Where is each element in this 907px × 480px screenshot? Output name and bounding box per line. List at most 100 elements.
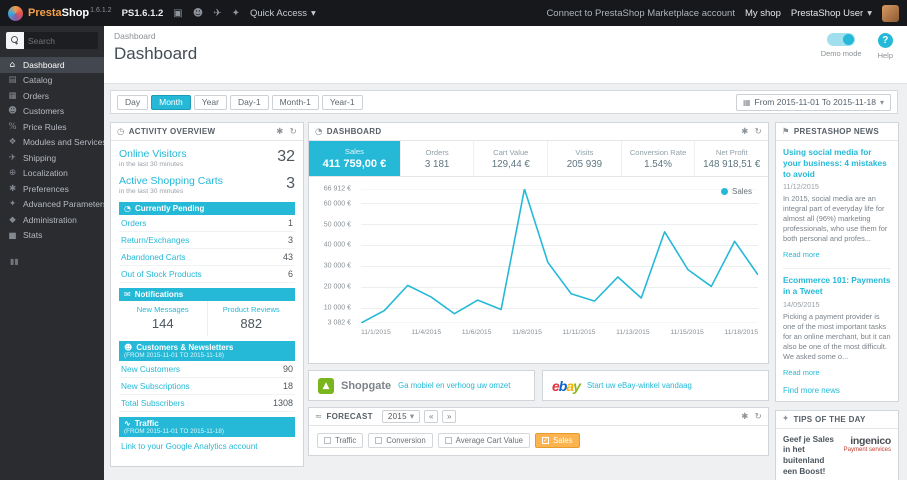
sidebar-item-catalog[interactable]: ▤ Catalog xyxy=(0,73,104,89)
breadcrumb[interactable]: Dashboard xyxy=(114,31,897,41)
section-title: Currently Pending xyxy=(134,204,205,213)
pending-link[interactable]: Out of Stock Products xyxy=(121,269,288,279)
prestashop-logo[interactable]: PrestaShop1.6.1.2 xyxy=(8,5,112,21)
messages-notifications-icon[interactable]: ✈ xyxy=(213,8,221,19)
avatar[interactable] xyxy=(882,4,899,22)
gear-icon[interactable]: ✱ xyxy=(741,127,748,137)
quick-access-menu[interactable]: Quick Access ▾ xyxy=(250,8,316,19)
sidebar-item-stats[interactable]: ▅ Stats xyxy=(0,228,104,244)
sidebar-collapse-toggle[interactable]: ▮▮ xyxy=(10,257,104,266)
dashboard-panel-title: DASHBOARD xyxy=(326,127,382,136)
forecast-panel-title: FORECAST xyxy=(326,412,373,421)
range-button-year[interactable]: Year xyxy=(193,94,227,110)
header-actions: Demo mode ? Help xyxy=(821,33,893,60)
range-button-day-1[interactable]: Day-1 xyxy=(229,94,269,110)
kpi-tab-net-profit[interactable]: Net Profit 148 918,51 € xyxy=(695,141,768,176)
date-range-picker[interactable]: ▦ From 2015-11-01 To 2015-11-18 ▾ xyxy=(735,93,891,111)
pending-row-returns: Return/Exchanges 3 xyxy=(119,232,295,249)
gift-icon[interactable]: ✦ xyxy=(232,8,240,19)
ebay-promo[interactable]: ebay Start uw eBay-winkel vandaag xyxy=(542,370,769,401)
sidebar-item-administration[interactable]: ◆ Administration xyxy=(0,212,104,228)
range-button-month[interactable]: Month xyxy=(151,94,191,110)
customers-link[interactable]: New Customers xyxy=(121,364,283,374)
kpi-tab-sales[interactable]: Sales 411 759,00 € xyxy=(309,141,401,176)
chevron-down-icon: ▾ xyxy=(879,97,884,107)
pending-link[interactable]: Abandoned Carts xyxy=(121,252,283,262)
y-axis-tick: 3 082 € xyxy=(327,319,351,327)
news-item-title[interactable]: Ecommerce 101: Payments in a Tweet xyxy=(783,275,891,297)
forecast-legend-conversion[interactable]: Conversion xyxy=(368,433,433,448)
forecast-icon: ≈ xyxy=(315,411,323,422)
refresh-icon[interactable]: ↻ xyxy=(755,127,762,137)
activity-icon: ◷ xyxy=(117,126,125,137)
sidebar-item-preferences[interactable]: ✱ Preferences xyxy=(0,181,104,197)
search-input[interactable] xyxy=(24,32,98,49)
forecast-prev-button[interactable]: « xyxy=(424,410,439,423)
shopgate-promo[interactable]: ▲ Shopgate Ga mobiel en verhoog uw omzet xyxy=(308,370,535,401)
search-scope-button[interactable] xyxy=(6,32,24,49)
user-menu-label: PrestaShop User xyxy=(790,7,864,19)
kpi-tab-visits[interactable]: Visits 205 939 xyxy=(548,141,622,176)
cart-notifications-icon[interactable]: ▣ xyxy=(173,8,182,19)
ebay-link[interactable]: Start uw eBay-winkel vandaag xyxy=(587,381,692,390)
stats-icon: ▅ xyxy=(9,230,16,241)
read-more-link[interactable]: Read more xyxy=(783,368,820,377)
sidebar-item-label: Customers xyxy=(23,106,65,117)
sidebar-item-label: Dashboard xyxy=(23,59,65,70)
google-analytics-link[interactable]: Link to your Google Analytics account xyxy=(119,437,295,456)
sidebar-item-orders[interactable]: ▦ Orders xyxy=(0,88,104,104)
activity-overview-panel: ◷ ACTIVITY OVERVIEW ✱ ↻ Online Visitors … xyxy=(110,122,304,467)
forecast-legend-sales[interactable]: Sales xyxy=(535,433,580,448)
forecast-year-select[interactable]: 2015 ▾ xyxy=(381,410,421,423)
new-messages-cell[interactable]: New Messages 144 xyxy=(119,301,207,336)
sidebar-item-dashboard[interactable]: ⌂ Dashboard xyxy=(0,57,104,73)
customers-link[interactable]: Total Subscribers xyxy=(121,398,273,408)
shopgate-link[interactable]: Ga mobiel en verhoog uw omzet xyxy=(398,381,510,390)
sidebar-search[interactable] xyxy=(6,32,98,49)
kpi-tab-orders[interactable]: Orders 3 181 xyxy=(401,141,475,176)
refresh-icon[interactable]: ↻ xyxy=(755,412,762,422)
gear-icon[interactable]: ✱ xyxy=(741,412,748,422)
pending-link[interactable]: Orders xyxy=(121,218,288,228)
topbar: PrestaShop1.6.1.2 PS1.6.1.2 ▣ ☻ ✈ ✦ Quic… xyxy=(0,0,907,26)
sidebar-item-localization[interactable]: ⊕ Localization xyxy=(0,166,104,182)
user-menu[interactable]: PrestaShop User ▾ xyxy=(791,8,872,19)
customers-notifications-icon[interactable]: ☻ xyxy=(193,8,203,19)
product-reviews-cell[interactable]: Product Reviews 882 xyxy=(206,301,296,336)
sidebar-item-label: Stats xyxy=(23,230,43,241)
range-button-day[interactable]: Day xyxy=(117,94,149,110)
chip-label: Average Cart Value xyxy=(455,436,523,445)
sidebar-item-label: Shipping xyxy=(23,152,57,163)
forecast-legend-average-cart-value[interactable]: Average Cart Value xyxy=(437,433,530,448)
demo-mode-control: Demo mode xyxy=(821,33,862,60)
sidebar-item-label: Preferences xyxy=(23,183,69,194)
range-button-year-1[interactable]: Year-1 xyxy=(321,94,363,110)
news-item-title[interactable]: Using social media for your business: 4 … xyxy=(783,147,891,179)
read-more-link[interactable]: Read more xyxy=(783,250,820,259)
help-button[interactable]: ? xyxy=(877,33,893,48)
customers-link[interactable]: New Subscriptions xyxy=(121,381,283,391)
sidebar-item-advanced-parameters[interactable]: ✦ Advanced Parameters xyxy=(0,197,104,213)
pending-link[interactable]: Return/Exchanges xyxy=(121,235,288,245)
sidebar-item-customers[interactable]: ☻ Customers xyxy=(0,104,104,120)
sidebar-item-modules[interactable]: ❖ Modules and Services xyxy=(0,135,104,151)
orders-icon: ▦ xyxy=(8,90,17,101)
pending-value: 43 xyxy=(282,252,293,262)
forecast-next-button[interactable]: » xyxy=(442,410,457,423)
sidebar-item-price-rules[interactable]: % Price Rules xyxy=(0,119,104,135)
kpi-tab-cart-value[interactable]: Cart Value 129,44 € xyxy=(474,141,549,176)
sidebar-item-shipping[interactable]: ✈ Shipping xyxy=(0,150,104,166)
kpi-tab-conversion-rate[interactable]: Conversion Rate 1.54% xyxy=(622,141,696,176)
forecast-legend-traffic[interactable]: Traffic xyxy=(317,433,364,448)
logo-text: PrestaShop1.6.1.2 xyxy=(28,6,112,20)
marketplace-link[interactable]: Connect to PrestaShop Marketplace accoun… xyxy=(546,8,735,19)
find-more-news-link[interactable]: Find more news xyxy=(783,386,891,395)
gear-icon[interactable]: ✱ xyxy=(276,127,283,137)
x-axis-labels: 11/1/2015 11/4/2015 11/6/2015 11/8/2015 11/1… xyxy=(361,329,758,336)
date-range-toolbar: Day Month Year Day-1 Month-1 Year-1 ▦ Fr… xyxy=(110,90,898,114)
shop-name-link[interactable]: PS1.6.1.2 xyxy=(122,8,164,19)
demo-mode-toggle[interactable] xyxy=(827,33,856,46)
range-button-month-1[interactable]: Month-1 xyxy=(271,94,319,110)
my-shop-link[interactable]: My shop xyxy=(745,8,781,19)
refresh-icon[interactable]: ↻ xyxy=(290,127,297,137)
